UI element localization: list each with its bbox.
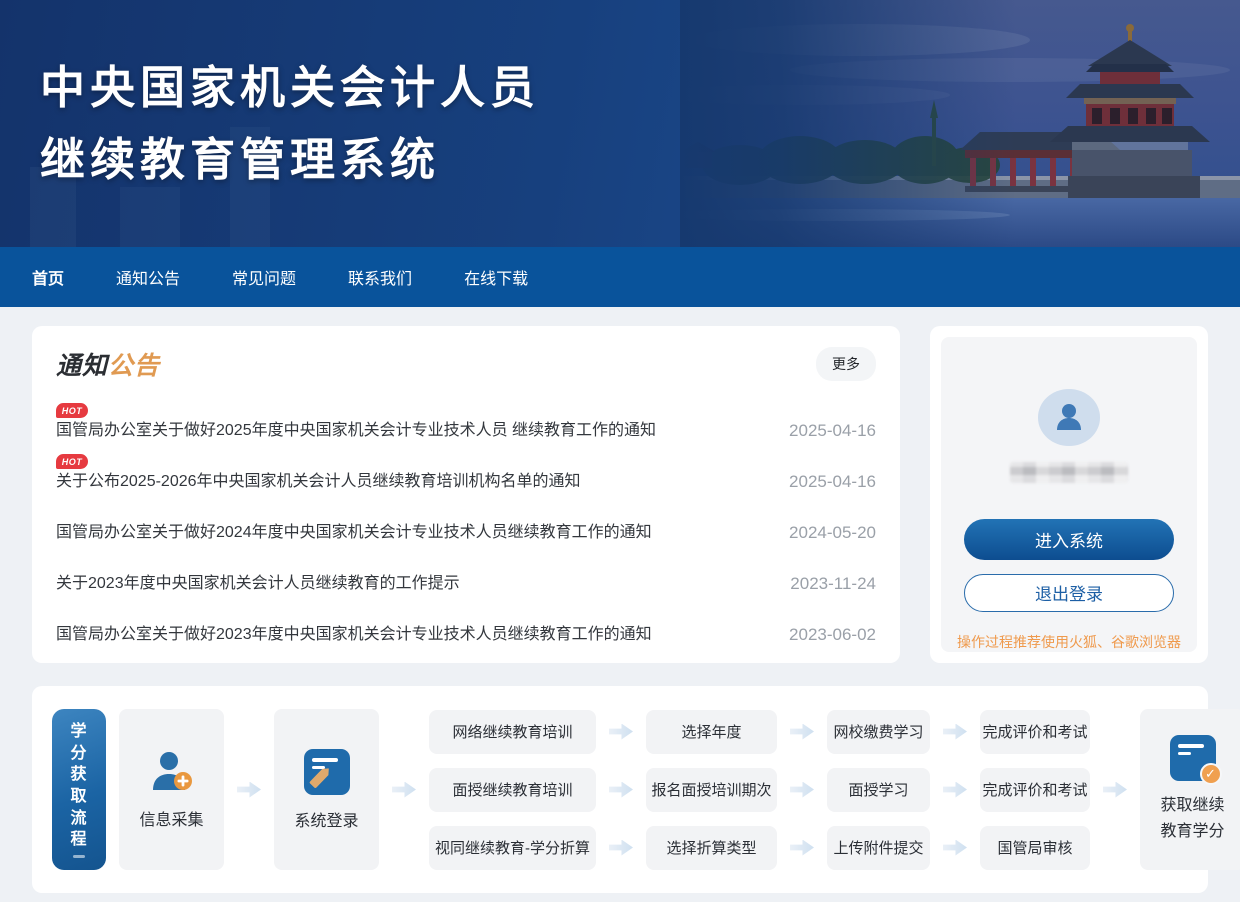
flow-cell: 网络继续教育培训 <box>429 710 596 754</box>
notebook-pencil-icon <box>304 749 350 795</box>
notice-date: 2025-04-16 <box>789 418 876 444</box>
nav-item-notices[interactable]: 通知公告 <box>116 265 180 289</box>
flow-cell: 完成评价和考试 <box>980 710 1090 754</box>
account-panel: 进入系统 退出登录 操作过程推荐使用火狐、谷歌浏览器 <box>930 326 1208 663</box>
flow-cell: 完成评价和考试 <box>980 768 1090 812</box>
flow-cell: 上传附件提交 <box>827 826 930 870</box>
user-icon <box>1052 400 1086 434</box>
flow-step-login: 系统登录 <box>274 709 379 870</box>
flow-arrow-icon <box>790 840 814 856</box>
notice-row: 国管局办公室关于做好2023年度中央国家机关会计专业技术人员继续教育工作的通知 … <box>56 596 876 647</box>
notice-date: 2023-06-02 <box>789 622 876 648</box>
avatar <box>1038 389 1100 446</box>
flow-arrow-icon <box>609 782 633 798</box>
flow-arrow-icon <box>392 782 416 798</box>
flow-cell: 面授继续教育培训 <box>429 768 596 812</box>
flow-title-char: 学 <box>70 721 87 743</box>
notebook-check-icon: ✓ <box>1170 735 1216 781</box>
flow-final-label-line2: 教育学分 <box>1160 819 1224 845</box>
flow-final-label-line1: 获取继续 <box>1160 793 1224 819</box>
notice-row: HOT 关于公布2025-2026年中央国家机关会计人员继续教育培训机构名单的通… <box>56 443 876 494</box>
user-plus-icon <box>148 750 196 794</box>
logout-button[interactable]: 退出登录 <box>964 574 1174 612</box>
notice-row: 国管局办公室关于做好2024年度中央国家机关会计专业技术人员继续教育工作的通知 … <box>56 494 876 545</box>
notice-link[interactable]: 国管局办公室关于做好2023年度中央国家机关会计专业技术人员继续教育工作的通知 <box>56 623 652 647</box>
notice-link[interactable]: 关于2023年度中央国家机关会计人员继续教育的工作提示 <box>56 572 460 596</box>
notice-link[interactable]: 关于公布2025-2026年中央国家机关会计人员继续教育培训机构名单的通知 <box>56 470 581 494</box>
browser-tip: 操作过程推荐使用火狐、谷歌浏览器 <box>957 632 1181 652</box>
account-card: 进入系统 退出登录 操作过程推荐使用火狐、谷歌浏览器 <box>941 337 1197 652</box>
flow-arrow-icon <box>1103 782 1127 798</box>
flow-step-collect: 信息采集 <box>119 709 224 870</box>
notice-panel: 通知公告 更多 HOT 国管局办公室关于做好2025年度中央国家机关会计专业技术… <box>32 326 900 663</box>
flow-arrow-icon <box>790 782 814 798</box>
hot-badge: HOT <box>56 403 88 418</box>
notice-title-part1: 通知 <box>56 352 108 380</box>
username-redacted <box>1010 462 1128 484</box>
flow-arrow-icon <box>943 724 967 740</box>
flow-arrow-icon <box>790 724 814 740</box>
notice-link[interactable]: 国管局办公室关于做好2024年度中央国家机关会计专业技术人员继续教育工作的通知 <box>56 521 652 545</box>
nav-item-downloads[interactable]: 在线下载 <box>464 265 528 289</box>
notice-link[interactable]: 国管局办公室关于做好2025年度中央国家机关会计专业技术人员 继续教育工作的通知 <box>56 419 656 443</box>
flow-title-dash <box>73 855 85 858</box>
notice-panel-title: 通知公告 <box>56 346 160 382</box>
notice-list: HOT 国管局办公室关于做好2025年度中央国家机关会计专业技术人员 继续教育工… <box>56 392 876 647</box>
page-title-line2: 继续教育管理系统 <box>40 124 540 196</box>
flow-cell: 国管局审核 <box>980 826 1090 870</box>
nav-item-faq[interactable]: 常见问题 <box>232 265 296 289</box>
flow-title-char: 获 <box>70 764 87 786</box>
enter-system-button[interactable]: 进入系统 <box>964 519 1174 559</box>
flow-title-char: 取 <box>70 786 87 808</box>
notice-title-part2: 公告 <box>108 352 160 380</box>
flow-title-char: 程 <box>70 829 87 851</box>
flow-cell: 网校缴费学习 <box>827 710 930 754</box>
notice-row: 关于2023年度中央国家机关会计人员继续教育的工作提示 2023-11-24 <box>56 545 876 596</box>
flow-cell: 选择折算类型 <box>646 826 777 870</box>
flow-cell: 视同继续教育-学分折算 <box>429 826 596 870</box>
flow-cell: 报名面授培训期次 <box>646 768 777 812</box>
flow-arrow-icon <box>609 840 633 856</box>
notice-date: 2025-04-16 <box>789 469 876 495</box>
flow-cell: 面授学习 <box>827 768 930 812</box>
flow-step-label: 信息采集 <box>139 806 203 830</box>
main-nav: 首页 通知公告 常见问题 联系我们 在线下载 <box>0 247 1240 307</box>
main-content: 通知公告 更多 HOT 国管局办公室关于做好2025年度中央国家机关会计专业技术… <box>0 307 1240 893</box>
notice-date: 2023-11-24 <box>790 571 876 597</box>
flow-arrow-icon <box>609 724 633 740</box>
hot-badge: HOT <box>56 454 88 469</box>
banner-fade <box>680 0 1240 247</box>
flow-step-label: 系统登录 <box>294 807 358 831</box>
flow-arrow-icon <box>237 782 261 798</box>
flow-title-pill: 学 分 获 取 流 程 <box>52 709 106 870</box>
nav-item-home[interactable]: 首页 <box>32 265 64 289</box>
flow-step-final: ✓ 获取继续 教育学分 <box>1140 709 1240 870</box>
nav-item-contact[interactable]: 联系我们 <box>348 265 412 289</box>
flow-arrow-icon <box>943 840 967 856</box>
banner: 中央国家机关会计人员 继续教育管理系统 <box>0 0 1240 247</box>
page-title: 中央国家机关会计人员 继续教育管理系统 <box>40 52 540 196</box>
notice-date: 2024-05-20 <box>789 520 876 546</box>
page-title-line1: 中央国家机关会计人员 <box>40 52 540 124</box>
more-button[interactable]: 更多 <box>816 347 876 381</box>
credit-flow-panel: 学 分 获 取 流 程 信息采集 系统登录 <box>32 686 1208 893</box>
flow-cell: 选择年度 <box>646 710 777 754</box>
notice-row: HOT 国管局办公室关于做好2025年度中央国家机关会计专业技术人员 继续教育工… <box>56 392 876 443</box>
flow-title-char: 分 <box>70 743 87 765</box>
flow-title-char: 流 <box>70 808 87 830</box>
flow-arrow-icon <box>943 782 967 798</box>
